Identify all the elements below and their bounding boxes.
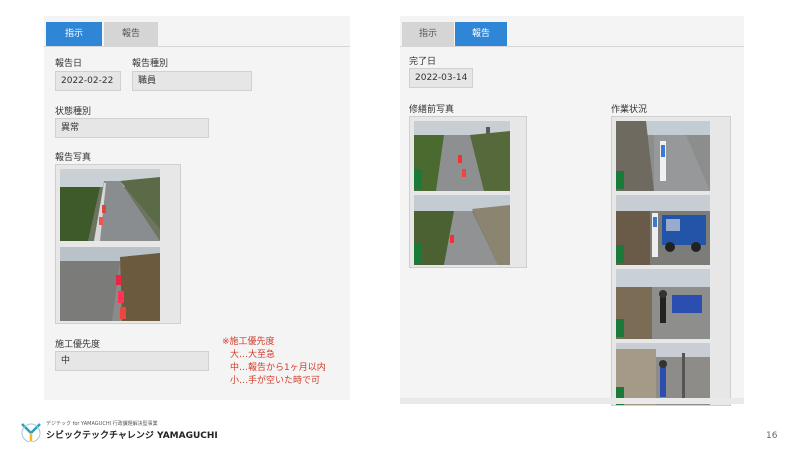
report-date-label: 報告日 [55,59,83,69]
work-status-box [611,116,731,406]
before-photo-1[interactable] [414,121,510,191]
priority-note-line: 中…報告から1ヶ月以内 [230,363,326,373]
priority-note-line: 大…大至急 [230,350,276,360]
panel-bottom-strip [400,398,744,404]
work-photo-1[interactable] [616,121,710,191]
footer-brand: シビックテックチャレンジ YAMAGUCHI [46,431,218,441]
report-photo-2[interactable] [60,247,160,321]
before-photo-box [409,116,527,268]
report-date-field[interactable]: 2022-02-22 [55,71,121,91]
tab-bar: 指示 報告 [400,22,744,47]
report-photo-label: 報告写真 [55,153,92,163]
status-type-label: 状態種別 [55,107,92,117]
priority-note-title: ※施工優先度 [222,337,275,347]
page-number: 16 [766,431,778,441]
work-photo-2[interactable] [616,195,710,265]
tab-bar: 指示 報告 [44,22,350,47]
completion-date-field[interactable]: 2022-03-14 [409,68,473,88]
brand-logo-icon [21,423,41,442]
report-photo-box [55,164,181,324]
tab-instruction[interactable]: 指示 [46,22,102,46]
work-photo-4[interactable] [616,343,710,405]
status-type-field[interactable]: 異常 [55,118,209,138]
completion-date-label: 完了日 [409,57,437,67]
work-status-label: 作業状況 [611,105,648,115]
tab-report[interactable]: 報告 [455,22,507,46]
report-panel: 指示 報告 完了日 2022-03-14 修繕前写真 作業状況 [400,16,744,406]
tab-report[interactable]: 報告 [104,22,158,46]
priority-note-line: 小…手が空いた時で可 [230,376,321,386]
before-photo-2[interactable] [414,195,510,265]
before-photo-label: 修繕前写真 [409,105,455,115]
report-photo-1[interactable] [60,169,160,241]
work-photo-3[interactable] [616,269,710,339]
tab-instruction[interactable]: 指示 [402,22,454,46]
footer-subtitle: デジテック for YAMAGUCHI 行政課題解決型事業 [46,421,158,427]
report-type-label: 報告種別 [132,59,169,69]
report-type-field[interactable]: 職員 [132,71,252,91]
priority-label: 施工優先度 [55,340,101,350]
priority-note: ※施工優先度 大…大至急 中…報告から1ヶ月以内 小…手が空いた時で可 [222,336,326,388]
priority-field[interactable]: 中 [55,351,209,371]
